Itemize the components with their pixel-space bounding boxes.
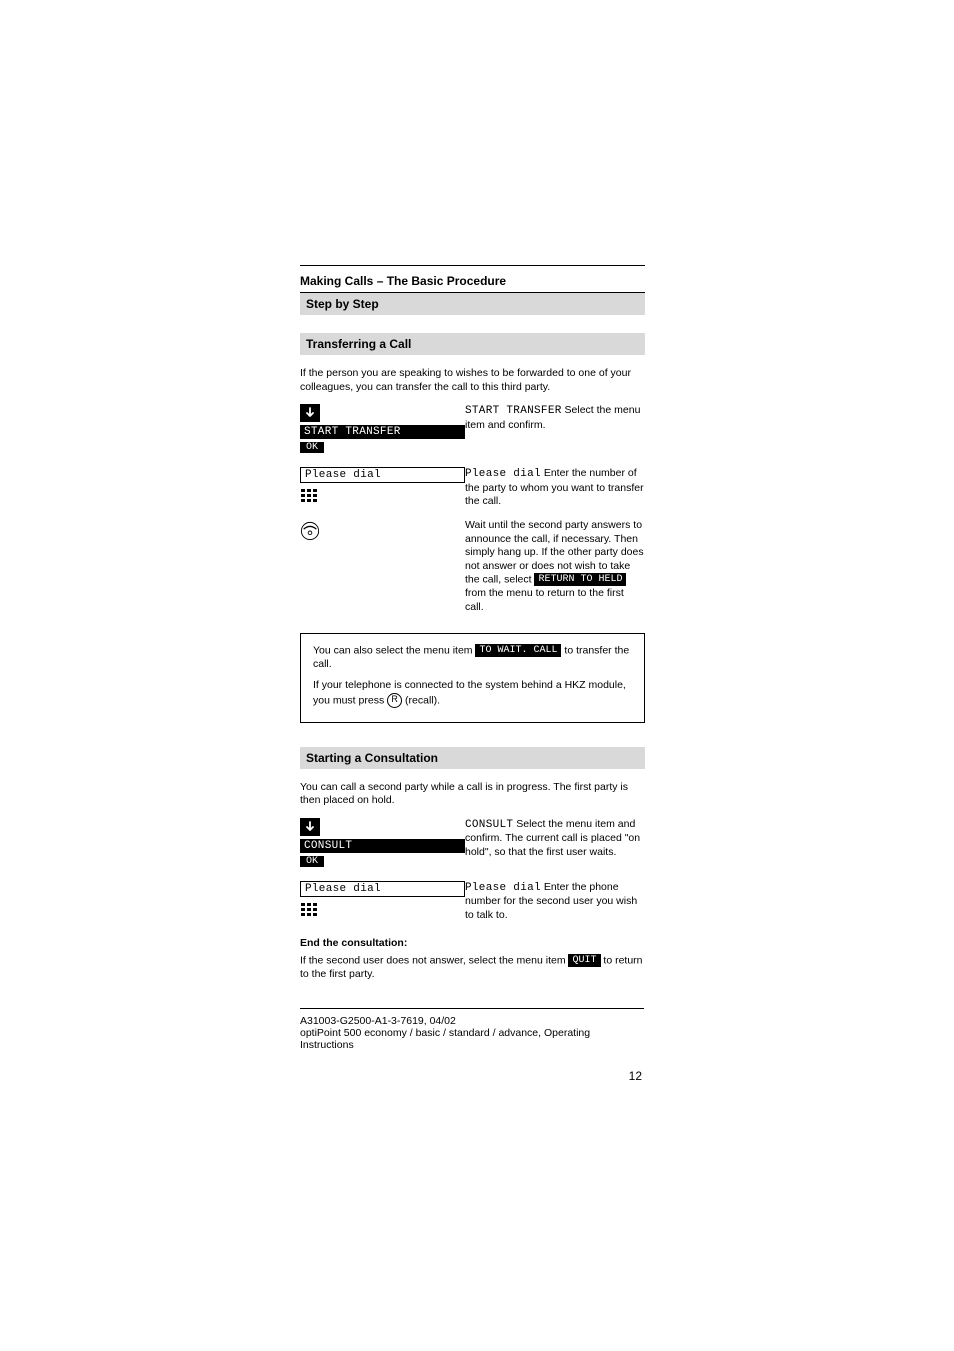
lcd-readout-start-transfer: START TRANSFER [465, 405, 562, 417]
intro-text-transfer: If the person you are speaking to wishes… [300, 367, 645, 394]
header-rule-top [300, 265, 645, 266]
end-consult-heading: End the consultation: [300, 937, 645, 951]
step1-text: START TRANSFER Select the menu item and … [465, 404, 645, 432]
ok-button: OK [300, 442, 324, 453]
consult-step1-text: CONSULT Select the menu item and confirm… [465, 818, 645, 860]
down-arrow-icon [300, 404, 320, 422]
footer-line1: A31003-G2500-A1-3-7619, 04/02 [300, 1015, 644, 1027]
step-by-step-label: Step by Step [300, 293, 645, 315]
note-box-transfer: You can also select the menu item TO WAI… [300, 633, 645, 723]
section-title-consult: Starting a Consultation [300, 747, 645, 769]
lcd-to-wait-call: TO WAIT. CALL [475, 644, 561, 657]
recall-key-icon: R [387, 693, 402, 708]
consult-step2-text: Please dial Enter the phone number for t… [465, 881, 645, 923]
page-footer: A31003-G2500-A1-3-7619, 04/02 optiPoint … [300, 1008, 644, 1051]
keypad-icon [300, 488, 318, 506]
section-title-transfer: Transferring a Call [300, 333, 645, 355]
lcd-readout-please-dial: Please dial [465, 882, 541, 894]
lcd-readout-consult: CONSULT [465, 819, 513, 831]
lcd-please-dial: Please dial [300, 467, 465, 483]
end-consult-text: If the second user does not answer, sele… [300, 954, 645, 982]
footer-line2: optiPoint 500 economy / basic / standard… [300, 1027, 644, 1051]
step3-text: Wait until the second party answers to a… [465, 519, 645, 615]
lcd-consult: CONSULT [300, 839, 465, 853]
ok-button: OK [300, 856, 324, 867]
page-title: Making Calls – The Basic Procedure [300, 270, 645, 292]
lcd-readout-please-dial: Please dial [465, 468, 541, 480]
intro-text-consult: You can call a second party while a call… [300, 781, 645, 808]
page-number: 12 [629, 1069, 642, 1083]
down-arrow-icon [300, 818, 320, 836]
lcd-start-transfer: START TRANSFER [300, 425, 465, 439]
step2-text: Please dial Enter the number of the part… [465, 467, 645, 509]
onhook-icon [300, 521, 320, 541]
lcd-please-dial: Please dial [300, 881, 465, 897]
lcd-quit: QUIT [568, 954, 600, 967]
lcd-return-to-held: RETURN TO HELD [534, 573, 626, 586]
keypad-icon [300, 902, 318, 920]
